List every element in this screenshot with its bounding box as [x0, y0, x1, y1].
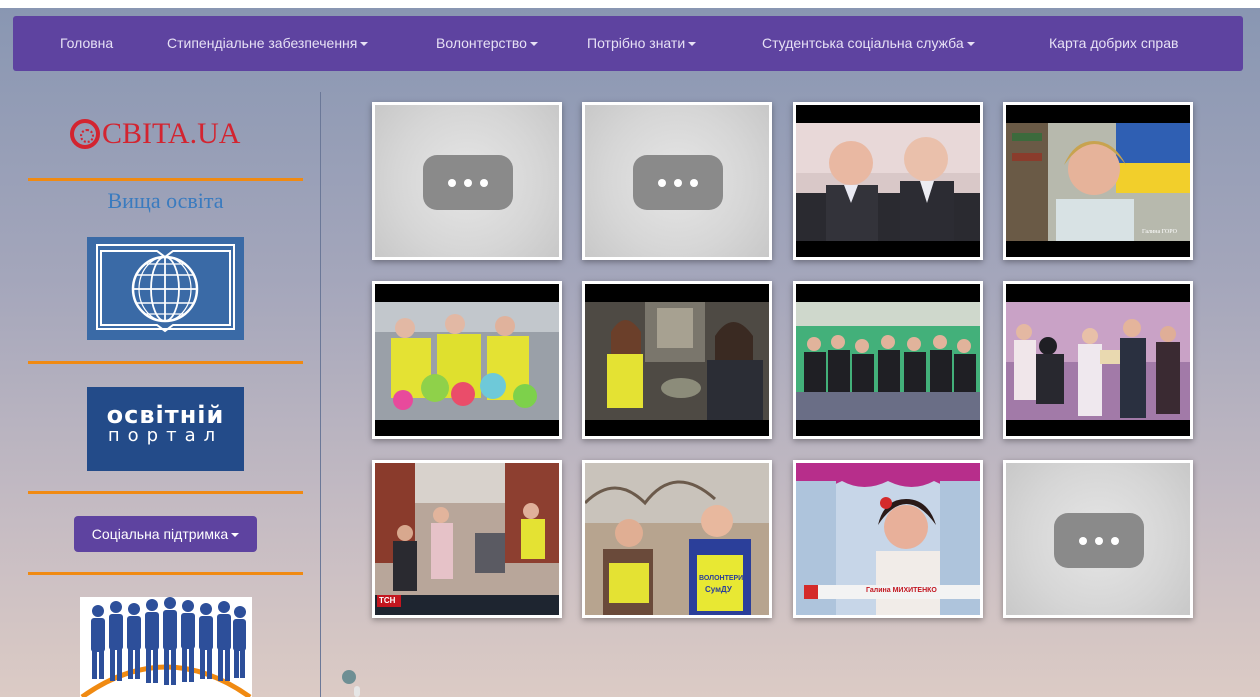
video-thumb-street-crowd[interactable]: ТСН: [372, 460, 562, 618]
video-scene-image: [1006, 302, 1190, 420]
video-scene-image: [375, 302, 559, 420]
osvitniy-portal-logo[interactable]: освітній портал: [87, 387, 244, 471]
video-scene-image: [585, 302, 769, 420]
nav-item-home[interactable]: Головна: [60, 16, 113, 71]
video-placeholder-icon: [423, 155, 513, 210]
loading-spinner-tail: [354, 686, 360, 697]
video-thumb-balloons[interactable]: [372, 281, 562, 439]
chevron-down-icon: [529, 42, 538, 47]
social-support-label: Соціальна підтримка: [91, 526, 229, 542]
vyshcha-osvita-title[interactable]: Вища освіта: [28, 188, 303, 214]
woman-flag-caption: Галина ГОРО: [1142, 229, 1178, 235]
vest-text-line2: СумДУ: [705, 585, 732, 594]
video-thumb-woman-flag[interactable]: Галина ГОРО: [1003, 102, 1193, 260]
sidebar-divider: [28, 178, 303, 181]
main-navbar: Головна Стипендіальне забезпечення Волон…: [13, 16, 1243, 71]
video-placeholder-icon: [633, 155, 723, 210]
video-thumb-stage-award[interactable]: [1003, 281, 1193, 439]
sidebar-divider: [28, 491, 303, 494]
people-silhouettes-logo[interactable]: [80, 597, 252, 697]
chevron-down-icon: [966, 42, 975, 47]
lower-third-name: Галина МИХИТЕНКО: [866, 587, 937, 594]
portal-logo-line2: портал: [107, 425, 224, 446]
video-scene-image: [585, 463, 769, 615]
sidebar-divider: [28, 572, 303, 575]
video-scene-image: [796, 302, 980, 420]
chevron-down-icon: [688, 42, 697, 47]
nav-item-good-deeds-map[interactable]: Карта добрих справ: [1049, 16, 1178, 71]
video-thumb-placeholder[interactable]: [1003, 460, 1193, 618]
video-thumb-hallway[interactable]: [582, 281, 772, 439]
globe-book-logo[interactable]: [87, 237, 244, 340]
nav-item-label: Волонтерство: [436, 35, 527, 51]
video-thumb-volunteers-outdoor[interactable]: ВОЛОНТЕРИ СумДУ: [582, 460, 772, 618]
osvita-logo-text: CBITA.UA: [102, 117, 241, 150]
video-scene-image: [796, 123, 980, 241]
people-icon: [80, 597, 252, 697]
sidebar-divider: [28, 361, 303, 364]
chevron-down-icon: [360, 42, 369, 47]
video-scene-image: [375, 463, 559, 615]
nav-item-label: Стипендіальне забезпечення: [167, 35, 358, 51]
video-thumb-two-boys[interactable]: [793, 102, 983, 260]
osvita-logo-icon: [70, 119, 100, 149]
osvita-ua-logo[interactable]: CBITA.UA: [70, 112, 240, 156]
nav-item-student-social-service[interactable]: Студентська соціальна служба: [762, 16, 975, 71]
video-scene-image: [1006, 123, 1190, 241]
video-thumb-audience[interactable]: [793, 281, 983, 439]
nav-item-volunteering[interactable]: Волонтерство: [436, 16, 538, 71]
globe-book-icon: [96, 244, 235, 333]
nav-item-label: Головна: [60, 35, 114, 51]
nav-item-label: Потрібно знати: [587, 35, 686, 51]
tsn-logo: ТСН: [379, 596, 396, 605]
nav-item-label: Карта добрих справ: [1049, 35, 1179, 51]
nav-item-need-to-know[interactable]: Потрібно знати: [587, 16, 697, 71]
top-strip: [0, 0, 1260, 8]
video-thumb-placeholder[interactable]: [582, 102, 772, 260]
chevron-down-icon: [231, 533, 240, 538]
video-placeholder-icon: [1054, 513, 1144, 568]
video-thumb-woman-curtain[interactable]: Галина МИХИТЕНКО: [793, 460, 983, 618]
loading-spinner-icon: [342, 670, 356, 684]
nav-item-label: Студентська соціальна служба: [762, 35, 964, 51]
vest-text-line1: ВОЛОНТЕРИ: [699, 575, 744, 582]
social-support-button[interactable]: Соціальна підтримка: [74, 516, 257, 552]
nav-item-scholarships[interactable]: Стипендіальне забезпечення: [167, 16, 369, 71]
video-thumb-placeholder[interactable]: [372, 102, 562, 260]
